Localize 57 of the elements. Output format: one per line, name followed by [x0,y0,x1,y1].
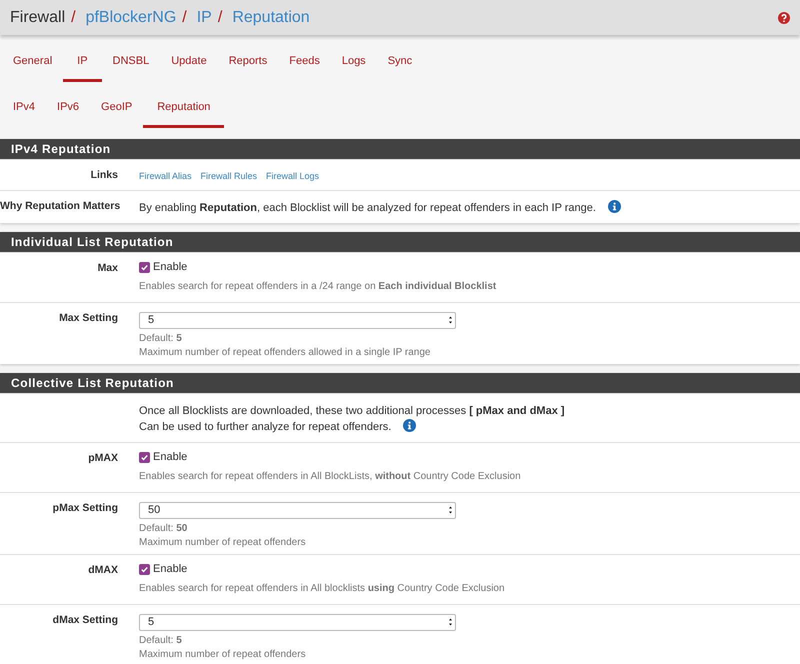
dropdown-arrows-icon [448,314,453,326]
field-label: Max [98,262,118,274]
checkbox[interactable] [139,564,150,575]
tab[interactable]: General [2,44,64,82]
breadcrumb-text: Firewall [10,8,66,28]
link[interactable]: Firewall Alias [139,170,192,184]
field-label: Why Reputation Matters [0,200,120,212]
tab[interactable]: DNSBL [102,44,160,82]
help-icon[interactable] [778,12,790,24]
info-icon[interactable] [403,418,416,432]
tab[interactable]: Update [160,44,218,82]
info-icon[interactable] [608,200,621,212]
checkbox-label: Enable [153,562,188,578]
tab[interactable]: IPv4 [2,90,46,128]
help-text: Default: 5 [139,634,183,648]
help-text: Enables search for repeat offenders in All blocklists using Country Code Exclusion [139,582,506,596]
help-text: Maximum number of repeat offenders [139,536,307,550]
field-label: pMax Setting [52,502,118,514]
field-label: Links [90,169,118,181]
field-label: Max Setting [59,312,118,324]
help-text: Default: 5 [139,332,183,346]
panel-heading: Collective List Reputation [0,372,800,392]
tab[interactable]: Feeds [278,44,331,82]
checkbox-label: Enable [153,450,188,466]
description-text: Can be used to further analyze for repeat offenders. [139,420,392,432]
breadcrumb-separator: / [182,8,187,28]
select-field[interactable]: 5 [139,312,456,328]
checkbox[interactable] [139,452,150,463]
link[interactable]: Firewall Logs [266,170,320,184]
tab[interactable]: GeoIP [90,90,144,128]
panel-heading: IPv4 Reputation [0,139,800,159]
description-text: By enabling Reputation, each Blocklist will be analyzed for repeat offenders in each IP range. [139,202,596,214]
dropdown-arrows-icon [448,616,453,628]
select-field[interactable]: 5 [139,614,456,630]
checkbox[interactable] [139,262,150,273]
link[interactable]: Firewall Rules [200,170,258,184]
help-text: Enables search for repeat offenders in a /24 range on Each individual Blocklist [139,280,498,294]
tab[interactable]: Reports [218,44,278,82]
help-text: Maximum number of repeat offenders allowed in a single IP range [139,346,432,360]
field-label: dMax Setting [52,614,118,626]
dropdown-arrows-icon [448,504,453,516]
tab[interactable]: Sync [376,44,424,82]
tab[interactable]: Logs [330,44,377,82]
breadcrumb-separator: / [71,8,76,28]
field-label: pMAX [88,452,118,464]
help-text: Default: 50 [139,522,188,536]
description-text: Once all Blocklists are downloaded, these two additional processes [ pMax and dMax ] [139,404,565,416]
tab[interactable]: IP [63,44,102,82]
help-text: Enables search for repeat offenders in All BlockLists, without Country Code Exclusion [139,470,522,484]
field-label: dMAX [88,564,118,576]
tab[interactable]: IPv6 [46,90,90,128]
panel-heading: Individual List Reputation [0,232,800,252]
checkbox-label: Enable [153,260,188,276]
tab[interactable]: Reputation [143,90,224,128]
select-field[interactable]: 50 [139,502,456,518]
help-text: Maximum number of repeat offenders [139,648,307,662]
breadcrumb-separator: / [218,8,222,28]
